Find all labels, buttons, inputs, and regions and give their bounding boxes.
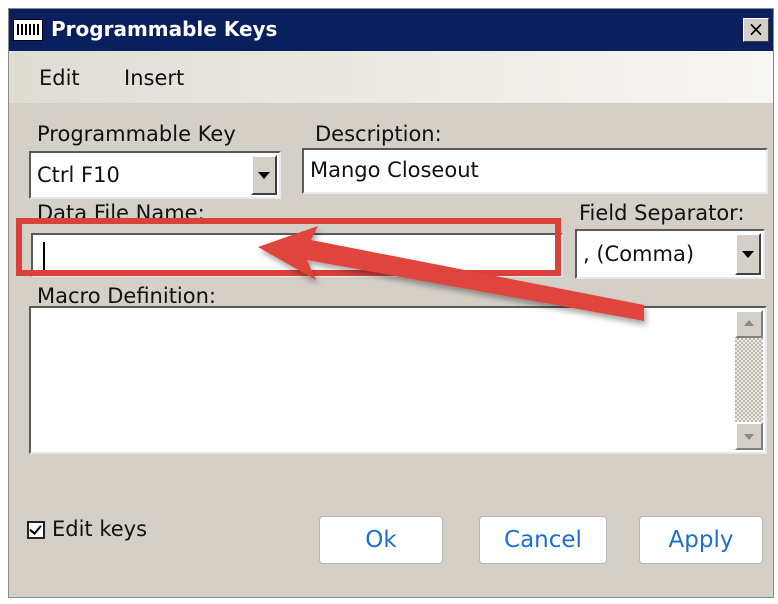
annotation-arrow (258, 226, 644, 321)
